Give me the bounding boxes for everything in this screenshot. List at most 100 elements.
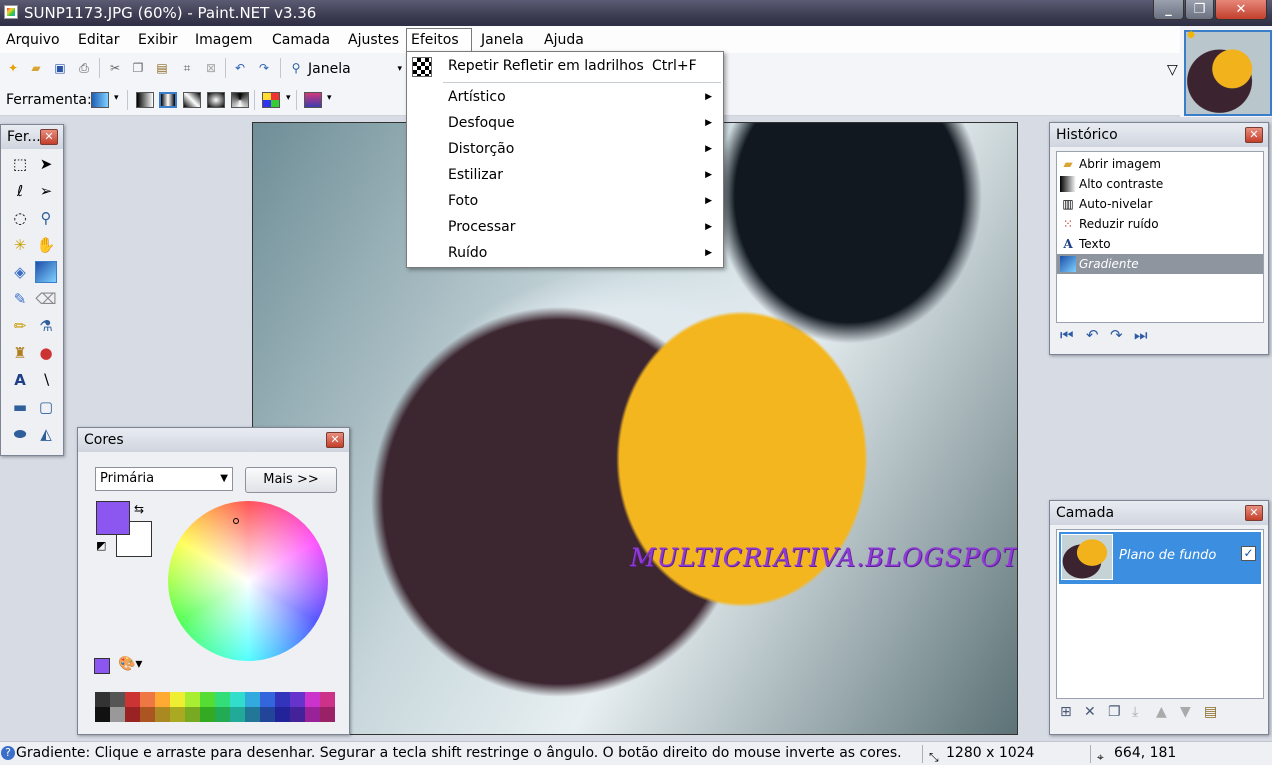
palette-swatch[interactable] [110, 692, 125, 707]
redo-history-icon[interactable]: ↷ [1110, 326, 1123, 344]
menu-processar[interactable]: Processar ▶ [408, 214, 722, 240]
gradient-tool-icon[interactable] [35, 261, 57, 283]
palette-swatch[interactable] [140, 692, 155, 707]
layer-properties-icon[interactable]: ▤ [1204, 704, 1217, 720]
pencil-icon[interactable]: ✏ [9, 315, 31, 337]
menu-distorcao[interactable]: Distorção ▶ [408, 136, 722, 162]
layer-visibility-checkbox[interactable]: ✓ [1241, 546, 1256, 561]
zoom-dropdown[interactable]: Janela ▾ [308, 59, 404, 79]
move-layer-down-icon[interactable]: ▼ [1180, 704, 1191, 720]
history-item[interactable]: ▥ Auto-nivelar [1057, 194, 1263, 214]
palette-swatch[interactable] [110, 707, 125, 722]
menu-repeat-effect[interactable]: Repetir Refletir em ladrilhos Ctrl+F [408, 53, 722, 79]
maximize-button[interactable]: ❐ [1185, 0, 1214, 20]
palette-swatch[interactable] [200, 707, 215, 722]
history-item[interactable]: A Texto [1057, 234, 1263, 254]
print-icon[interactable]: ⎙ [75, 59, 93, 77]
close-icon[interactable]: ✕ [1245, 127, 1263, 143]
palette-swatch[interactable] [320, 692, 335, 707]
palette-swatch[interactable] [290, 692, 305, 707]
diamond-gradient-icon[interactable] [183, 92, 201, 108]
color-palette[interactable] [95, 692, 335, 722]
pan-hand-icon[interactable]: ✋ [35, 234, 57, 256]
menu-desfoque[interactable]: Desfoque ▶ [408, 110, 722, 136]
deselect-icon[interactable]: ⊠ [202, 59, 220, 77]
conical-gradient-icon[interactable] [231, 92, 249, 108]
clone-stamp-icon[interactable]: ♜ [9, 342, 31, 364]
add-to-palette-icon[interactable] [94, 658, 110, 674]
close-icon[interactable]: ✕ [40, 129, 58, 145]
minimize-button[interactable]: _ [1153, 0, 1184, 20]
palette-swatch[interactable] [260, 707, 275, 722]
menu-arquivo[interactable]: Arquivo [2, 30, 64, 52]
close-icon[interactable]: ✕ [326, 432, 344, 448]
save-icon[interactable]: ▣ [51, 59, 69, 77]
palette-swatch[interactable] [230, 692, 245, 707]
redo-icon[interactable]: ↷ [255, 59, 273, 77]
line-curve-icon[interactable]: ∖ [35, 369, 57, 391]
delete-layer-icon[interactable]: ✕ [1084, 704, 1096, 720]
magic-wand-icon[interactable]: ✳ [9, 234, 31, 256]
menu-estilizar[interactable]: Estilizar ▶ [408, 162, 722, 188]
palette-swatch[interactable] [155, 707, 170, 722]
palette-swatch[interactable] [185, 692, 200, 707]
palette-swatch[interactable] [230, 707, 245, 722]
duplicate-layer-icon[interactable]: ❐ [1108, 704, 1121, 720]
move-selection-icon[interactable]: ➤ [35, 153, 57, 175]
radial-gradient-icon[interactable] [207, 92, 225, 108]
history-window-title[interactable]: Histórico [1050, 123, 1268, 147]
ellipse-tool-icon[interactable]: ⬬ [9, 423, 31, 445]
copy-icon[interactable]: ❐ [129, 59, 147, 77]
menu-janela[interactable]: Janela [477, 30, 528, 52]
menu-ajuda[interactable]: Ajuda [540, 30, 588, 52]
recolor-icon[interactable]: ● [35, 342, 57, 364]
freeform-shape-icon[interactable]: ◭ [35, 423, 57, 445]
merge-layer-down-icon[interactable]: ⤓ [1132, 704, 1138, 720]
layers-window-title[interactable]: Camada [1050, 501, 1268, 525]
menu-editar[interactable]: Editar [74, 30, 123, 52]
undo-icon[interactable]: ↶ [231, 59, 249, 77]
thumbnail-menu-icon[interactable]: ▽ [1167, 62, 1178, 78]
palette-swatch[interactable] [260, 692, 275, 707]
blend-mode-icon[interactable] [304, 92, 322, 108]
swap-colors-icon[interactable]: ⇆ [134, 502, 144, 516]
menu-ruido[interactable]: Ruído ▶ [408, 240, 722, 266]
palette-swatch[interactable] [320, 707, 335, 722]
paintbrush-icon[interactable]: ✎ [9, 288, 31, 310]
palette-swatch[interactable] [245, 707, 260, 722]
paint-bucket-icon[interactable]: ◈ [9, 261, 31, 283]
history-item[interactable]: ▰ Abrir imagem [1057, 154, 1263, 174]
chevron-down-icon[interactable]: ▾ [327, 93, 332, 103]
palette-swatch[interactable] [170, 692, 185, 707]
palette-swatch[interactable] [125, 707, 140, 722]
chevron-down-icon[interactable]: ▾ [286, 93, 291, 103]
palette-swatch[interactable] [125, 692, 140, 707]
current-tool-icon[interactable] [91, 92, 109, 108]
cut-icon[interactable]: ✂ [106, 59, 124, 77]
color-wheel[interactable] [168, 501, 328, 661]
zoom-icon[interactable]: ⚲ [287, 59, 305, 77]
menu-camada[interactable]: Camada [268, 30, 334, 52]
move-layer-up-icon[interactable]: ▲ [1156, 704, 1167, 720]
palette-swatch[interactable] [305, 692, 320, 707]
color-picker-icon[interactable]: ⚗ [35, 315, 57, 337]
palette-swatch[interactable] [200, 692, 215, 707]
open-folder-icon[interactable]: ▰ [27, 59, 45, 77]
color-mode-icon[interactable] [262, 92, 280, 108]
palette-swatch[interactable] [185, 707, 200, 722]
reflected-gradient-icon[interactable] [159, 92, 177, 108]
paste-icon[interactable]: ▤ [153, 59, 171, 77]
palette-swatch[interactable] [95, 692, 110, 707]
rectangle-tool-icon[interactable]: ▬ [9, 396, 31, 418]
close-window-button[interactable]: ✕ [1215, 0, 1267, 20]
eraser-icon[interactable]: ⌫ [35, 288, 57, 310]
close-icon[interactable]: ✕ [1245, 505, 1263, 521]
palette-swatch[interactable] [245, 692, 260, 707]
new-file-icon[interactable]: ✦ [4, 59, 22, 77]
palette-swatch[interactable] [140, 707, 155, 722]
colors-window-title[interactable]: Cores [78, 428, 349, 452]
rounded-rectangle-icon[interactable]: ▢ [35, 396, 57, 418]
color-target-select[interactable]: Primária ▼ [95, 467, 233, 491]
palette-swatch[interactable] [215, 707, 230, 722]
menu-artistico[interactable]: Artístico ▶ [408, 84, 722, 110]
